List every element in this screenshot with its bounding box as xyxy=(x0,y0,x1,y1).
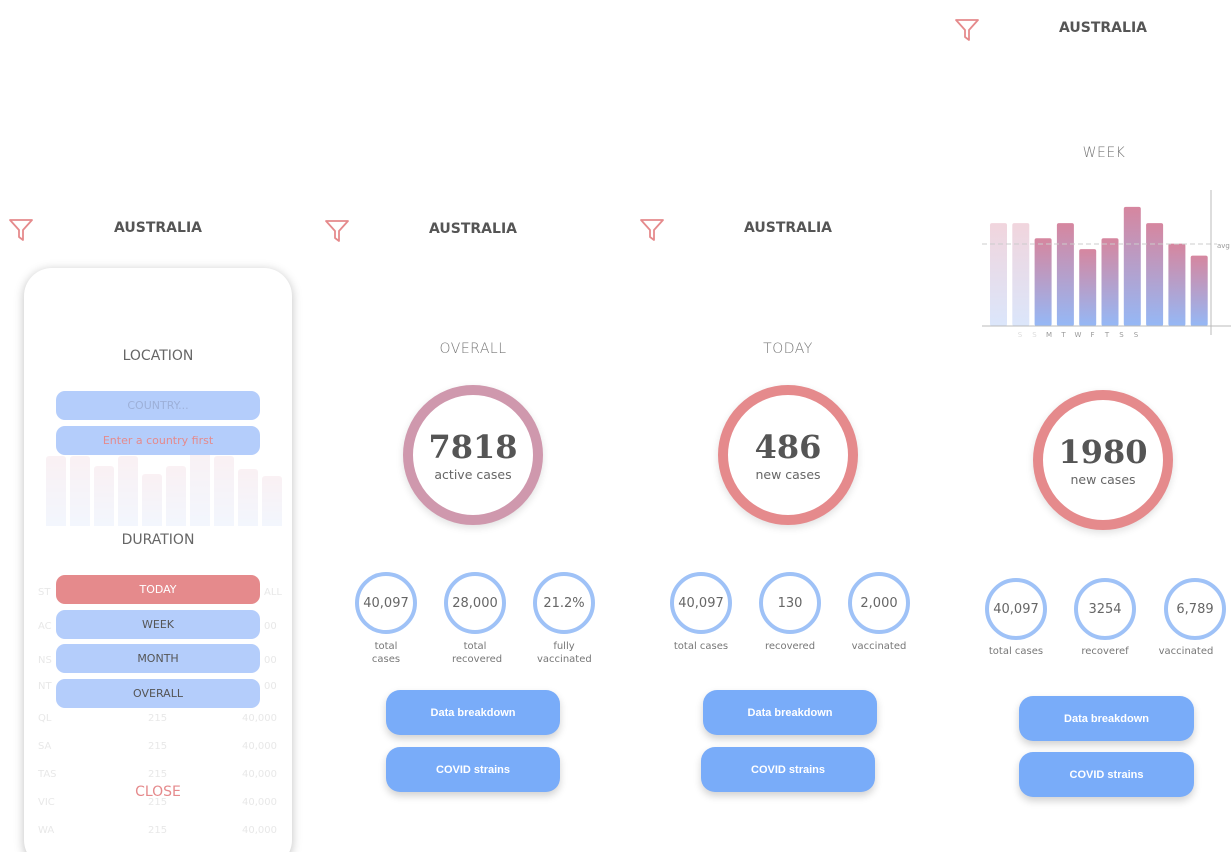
stat-label: total cases xyxy=(988,646,1044,657)
chart-bar xyxy=(1190,255,1208,326)
country-title: AUSTRALIA xyxy=(429,221,517,237)
filter-icon[interactable] xyxy=(8,217,34,243)
chart-tick-label: W xyxy=(1075,331,1082,339)
new-cases-label: new cases xyxy=(1070,471,1136,487)
covid-strains-button[interactable]: COVID strains xyxy=(1019,752,1194,797)
section-title-week: WEEK xyxy=(1082,145,1126,161)
new-cases-ring: 486 new cases xyxy=(718,385,858,525)
chart-tick-label: M xyxy=(1046,331,1052,339)
new-cases-label: new cases xyxy=(755,466,821,482)
stat-label: vaccinated xyxy=(1158,646,1214,657)
filter-icon[interactable] xyxy=(954,17,980,43)
country-input[interactable]: COUNTRY... xyxy=(56,391,260,420)
stat-ring-total-cases: 40,097 xyxy=(670,572,732,634)
chart-tick-label: T xyxy=(1104,331,1110,339)
stat-ring-fully-vaccinated: 21.2% xyxy=(533,572,595,634)
duration-option-overall[interactable]: OVERALL xyxy=(56,679,260,708)
chart-tick-label: F xyxy=(1090,331,1094,339)
active-cases-label: active cases xyxy=(434,466,512,482)
new-cases-ring: 1980 new cases xyxy=(1033,390,1173,530)
chart-tick-label: T xyxy=(1060,331,1066,339)
covid-strains-button[interactable]: COVID strains xyxy=(701,747,875,792)
section-title-overall: OVERALL xyxy=(439,341,507,357)
filter-icon[interactable] xyxy=(324,218,350,244)
chart-bar xyxy=(1056,223,1074,326)
data-breakdown-button[interactable]: Data breakdown xyxy=(703,690,877,735)
stat-ring-vaccinated: 2,000 xyxy=(848,572,910,634)
data-breakdown-button[interactable]: Data breakdown xyxy=(386,690,560,735)
stat-label: vaccinated xyxy=(851,641,907,652)
stat-ring-recovered: 3254 xyxy=(1074,578,1136,640)
chart-bar xyxy=(1034,238,1052,326)
chart-bar xyxy=(1146,223,1164,326)
section-title-today: TODAY xyxy=(763,341,813,357)
duration-option-today[interactable]: TODAY xyxy=(56,575,260,604)
chart-bar xyxy=(1123,206,1141,326)
chart-tick-label: S xyxy=(1032,331,1037,339)
stat-label: recovered xyxy=(764,641,816,652)
stat-label: recoveref xyxy=(1081,646,1129,657)
stat-ring-vaccinated: 6,789 xyxy=(1164,578,1226,640)
country-title: AUSTRALIA xyxy=(114,220,202,236)
duration-option-month[interactable]: MONTH xyxy=(56,644,260,673)
close-button[interactable]: CLOSE xyxy=(24,784,292,800)
filter-icon[interactable] xyxy=(639,217,665,243)
active-cases-value: 7818 xyxy=(428,427,518,466)
country-title: AUSTRALIA xyxy=(744,220,832,236)
stat-ring-total-recovered: 28,000 xyxy=(444,572,506,634)
duration-option-week[interactable]: WEEK xyxy=(56,610,260,639)
country-error-field[interactable]: Enter a country first xyxy=(56,426,260,455)
new-cases-value: 1980 xyxy=(1058,432,1148,471)
stat-label: total recovered xyxy=(452,641,503,665)
stat-label: total cases xyxy=(371,641,401,665)
stat-label: total cases xyxy=(673,641,729,652)
chart-tick-label: S xyxy=(1119,331,1124,339)
filter-modal: ST ALL AC 00 NS 00 NT 00 QL 215 40,000 S… xyxy=(24,268,292,852)
chart-bar xyxy=(1101,238,1119,326)
chart-bar xyxy=(1012,223,1030,326)
chart-tick-label: S xyxy=(1018,331,1023,339)
stat-ring-total-cases: 40,097 xyxy=(985,578,1047,640)
new-cases-value: 486 xyxy=(754,427,822,466)
duration-title: DURATION xyxy=(121,532,195,548)
active-cases-ring: 7818 active cases xyxy=(403,385,543,525)
chart-bar xyxy=(1079,249,1097,326)
data-breakdown-button[interactable]: Data breakdown xyxy=(1019,696,1194,741)
covid-strains-button[interactable]: COVID strains xyxy=(386,747,560,792)
chart-tick-label: S xyxy=(1134,331,1139,339)
avg-label: avg xyxy=(1217,242,1230,250)
chart-bar xyxy=(990,223,1007,326)
weekly-chart: avg SSMTWFTSS xyxy=(982,190,1231,340)
stat-label: fully vaccinated xyxy=(537,641,592,665)
country-title: AUSTRALIA xyxy=(1059,20,1147,36)
stat-ring-recovered: 130 xyxy=(759,572,821,634)
chart-bar xyxy=(1168,243,1186,326)
weekly-chart-svg: avg SSMTWFTSS xyxy=(982,190,1231,339)
stat-ring-total-cases: 40,097 xyxy=(355,572,417,634)
location-title: LOCATION xyxy=(122,348,194,364)
